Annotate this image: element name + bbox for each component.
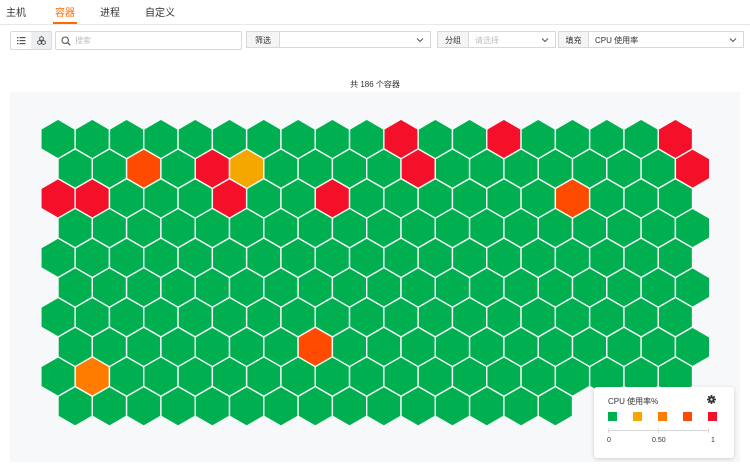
- legend-tick: [608, 428, 609, 433]
- chevron-down-icon: [729, 38, 737, 43]
- filter-label: 筛选: [246, 31, 280, 48]
- filter-select[interactable]: [280, 31, 431, 48]
- group-label: 分组: [437, 31, 469, 48]
- tab-bar: 主机 容器 进程 自定义: [0, 0, 750, 25]
- fill-value: CPU 使用率: [595, 36, 639, 45]
- legend-tick: [658, 428, 659, 433]
- legend-tick-label-max: 1: [711, 437, 715, 444]
- toolbar: 筛选 分组 请选择 填充 CPU 使用率: [0, 31, 750, 50]
- legend-tick-label-min: 0: [607, 437, 611, 444]
- gear-icon[interactable]: [707, 395, 716, 404]
- legend-title: CPU 使用率%: [608, 397, 659, 406]
- tab-process[interactable]: 进程: [100, 4, 120, 19]
- search-box: [55, 31, 242, 50]
- legend-swatch-4: [683, 412, 692, 421]
- active-tab-indicator: [53, 22, 77, 24]
- legend-swatch-1: [608, 412, 617, 421]
- chevron-down-icon: [416, 38, 424, 43]
- hexmap-view-button[interactable]: [31, 32, 51, 49]
- list-view-button[interactable]: [11, 32, 31, 49]
- legend-swatch-5: [708, 412, 717, 421]
- list-icon: [16, 37, 25, 45]
- view-toggle: [10, 31, 52, 50]
- group-placeholder: 请选择: [475, 36, 499, 45]
- container-count: 共 186 个容器: [350, 80, 400, 89]
- hexagon-grid-icon: [36, 36, 46, 45]
- legend-tick-label-mid: 0.50: [652, 437, 666, 444]
- fill-label: 填充: [558, 31, 589, 48]
- legend-swatch-2: [633, 412, 642, 421]
- legend-tick: [708, 428, 709, 433]
- search-input[interactable]: [75, 33, 235, 48]
- group-select[interactable]: 请选择: [469, 31, 556, 48]
- search-icon: [61, 35, 71, 46]
- fill-select[interactable]: CPU 使用率: [589, 31, 744, 48]
- tab-custom[interactable]: 自定义: [145, 4, 175, 19]
- chevron-down-icon: [541, 38, 549, 43]
- tab-container[interactable]: 容器: [55, 4, 75, 19]
- legend-swatch-3: [658, 412, 667, 421]
- tab-host[interactable]: 主机: [6, 4, 26, 19]
- legend: CPU 使用率% 0 0.50 1: [594, 387, 734, 458]
